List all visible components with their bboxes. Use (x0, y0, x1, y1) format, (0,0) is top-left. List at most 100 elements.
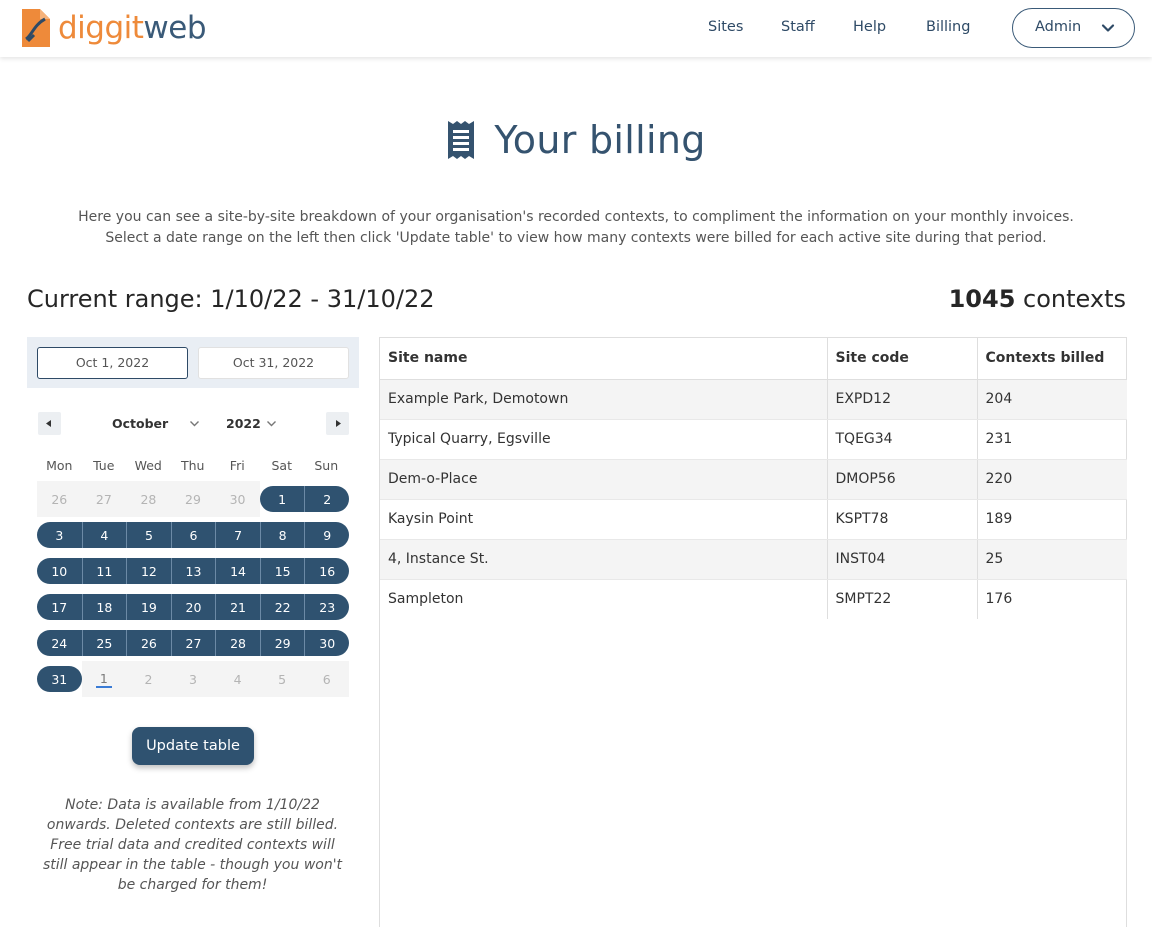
calendar-day-selected[interactable]: 23 (304, 589, 349, 625)
table-row: 4, Instance St. INST04 25 (380, 539, 1127, 580)
calendar-day-label: 1 (95, 671, 112, 688)
calendar-day-label: 27 (170, 630, 216, 656)
site-code-cell: TQEG34 (827, 419, 978, 460)
calendar-day-selected[interactable]: 8 (259, 517, 305, 553)
calendar-day-selected[interactable]: 1 (259, 481, 305, 517)
site-code-cell: DMOP56 (827, 459, 978, 500)
admin-menu-button[interactable]: Admin (1012, 8, 1135, 48)
weekday-label: Thu (181, 458, 205, 473)
calendar-day-selected[interactable]: 20 (170, 589, 216, 625)
calendar-day-outside-month[interactable]: 3 (170, 661, 216, 697)
calendar-day-label: 1 (259, 486, 305, 512)
calendar-day-label: 6 (322, 671, 331, 687)
calendar-day-outside-month[interactable]: 6 (304, 661, 349, 697)
table-row: Sampleton SMPT22 176 (380, 579, 1127, 619)
calendar-day-selected[interactable]: 17 (37, 589, 82, 625)
calendar-day-label: 6 (170, 522, 216, 548)
site-name-cell: Kaysin Point (380, 499, 828, 540)
calendar-day-selected[interactable]: 28 (215, 625, 260, 661)
nav-sites[interactable]: Sites (708, 19, 743, 35)
calendar-day-selected[interactable]: 10 (37, 553, 82, 589)
calendar-day-outside-month[interactable]: 2 (126, 661, 171, 697)
weekday-label: Tue (93, 458, 115, 473)
logo-text-part2: web (143, 9, 207, 46)
calendar-day-selected[interactable]: 29 (259, 625, 305, 661)
contexts-count-value: 1045 (948, 285, 1016, 313)
calendar-day-selected[interactable]: 5 (126, 517, 171, 553)
calendar-day-selected[interactable]: 4 (81, 517, 127, 553)
calendar-day-label: 28 (140, 491, 157, 507)
calendar-day-selected[interactable]: 13 (170, 553, 216, 589)
calendar-day-selected[interactable]: 30 (304, 625, 349, 661)
contexts-billed-cell: 176 (985, 591, 1013, 608)
calendar-day-outside-month[interactable]: 27 (81, 481, 127, 517)
calendar-day-label: 3 (37, 522, 82, 548)
calendar-day-selected[interactable]: 21 (215, 589, 260, 625)
calendar-day-selected[interactable]: 12 (126, 553, 171, 589)
calendar-day-label: 22 (259, 594, 305, 620)
column-header-site-name[interactable]: Site name (380, 338, 828, 380)
calendar-day-selected[interactable]: 2 (304, 481, 349, 517)
nav-staff[interactable]: Staff (781, 19, 815, 35)
calendar-day-label: 13 (170, 558, 216, 584)
calendar-day-outside-month[interactable]: 28 (126, 481, 171, 517)
end-date-input[interactable]: Oct 31, 2022 (198, 347, 349, 379)
year-select[interactable]: 2022 (226, 416, 261, 431)
table-header-row: Site name Site code Contexts billed (380, 338, 1127, 380)
calendar-day-selected[interactable]: 26 (126, 625, 171, 661)
calendar-day-selected[interactable]: 15 (259, 553, 305, 589)
calendar-day-selected[interactable]: 18 (81, 589, 127, 625)
weekday-label: Fri (229, 458, 245, 473)
prev-month-button[interactable] (38, 412, 61, 435)
page-title-text: Your billing (494, 118, 706, 162)
column-header-site-code[interactable]: Site code (827, 338, 978, 380)
start-date-input[interactable]: Oct 1, 2022 (37, 347, 188, 379)
page-title: Your billing (0, 118, 1152, 165)
caret-right-icon (336, 420, 341, 427)
contexts-count-unit: contexts (1023, 285, 1126, 313)
update-table-button[interactable]: Update table (132, 727, 254, 765)
calendar-day-selected[interactable]: 11 (81, 553, 127, 589)
site-name-cell: Dem-o-Place (380, 459, 828, 500)
calendar-day-selected[interactable]: 19 (126, 589, 171, 625)
weekday-label: Sat (271, 458, 293, 473)
calendar-day-label: 4 (233, 671, 242, 687)
intro-line-2: Select a date range on the left then cli… (105, 230, 1047, 246)
calendar-day-label: 23 (304, 594, 349, 620)
calendar-day-selected[interactable]: 27 (170, 625, 216, 661)
calendar-day-selected[interactable]: 9 (304, 517, 349, 553)
calendar-day-outside-month[interactable]: 1 (81, 661, 127, 697)
calendar-day-selected[interactable]: 22 (259, 589, 305, 625)
calendar-day-label: 29 (259, 630, 305, 656)
current-range-label: Current range: 1/10/22 - 31/10/22 (27, 285, 435, 313)
weekday-label: Sun (314, 458, 339, 473)
month-chevron-down-icon (190, 421, 199, 427)
calendar-day-outside-month[interactable]: 26 (37, 481, 82, 517)
calendar-day-label: 24 (37, 630, 82, 656)
calendar-day-label: 15 (259, 558, 305, 584)
nav-help[interactable]: Help (853, 19, 886, 35)
nav-billing[interactable]: Billing (926, 19, 970, 35)
calendar-day-selected[interactable]: 7 (215, 517, 260, 553)
calendar-day-selected[interactable]: 24 (37, 625, 82, 661)
calendar-day-outside-month[interactable]: 5 (259, 661, 305, 697)
calendar-day-label: 8 (259, 522, 305, 548)
month-select[interactable]: October (112, 416, 168, 431)
calendar-day-selected[interactable]: 3 (37, 517, 82, 553)
next-month-button[interactable] (326, 412, 349, 435)
chevron-down-icon (1101, 24, 1115, 32)
calendar-day-selected[interactable]: 14 (215, 553, 260, 589)
calendar-day-outside-month[interactable]: 30 (215, 481, 260, 517)
logo[interactable]: diggitweb (18, 5, 207, 51)
calendar-day-label: 25 (81, 630, 127, 656)
column-header-contexts-billed[interactable]: Contexts billed (977, 338, 1127, 380)
calendar-day-selected[interactable]: 31 (37, 661, 82, 697)
calendar-day-outside-month[interactable]: 29 (170, 481, 216, 517)
calendar-day-outside-month[interactable]: 4 (215, 661, 260, 697)
calendar-day-selected[interactable]: 16 (304, 553, 349, 589)
calendar-day-selected[interactable]: 25 (81, 625, 127, 661)
calendar-day-selected[interactable]: 6 (170, 517, 216, 553)
contexts-billed-cell: 25 (977, 539, 1127, 580)
calendar-day-label: 26 (126, 630, 171, 656)
calendar-day-label: 31 (37, 666, 82, 692)
